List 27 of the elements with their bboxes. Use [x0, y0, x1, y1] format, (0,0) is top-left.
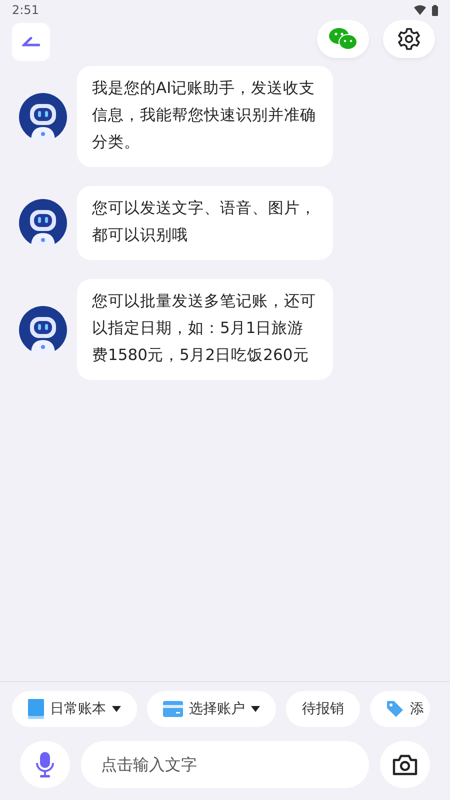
robot-avatar — [19, 92, 67, 140]
back-icon — [22, 37, 40, 47]
text-input[interactable]: 点击输入文字 — [81, 741, 369, 788]
camera-icon — [392, 754, 418, 776]
card-icon — [163, 701, 183, 717]
book-icon — [28, 699, 44, 719]
camera-button[interactable] — [380, 741, 430, 788]
battery-icon — [432, 4, 438, 16]
wifi-icon — [414, 5, 426, 15]
chat-bubbles-icon — [329, 27, 357, 51]
microphone-button[interactable] — [20, 741, 70, 788]
chat-bubble: 您可以批量发送多笔记账，还可以指定日期，如：5月1日旅游费1580元，5月2日吃饭260元 — [77, 279, 333, 380]
back-button[interactable] — [12, 23, 50, 61]
settings-icon — [397, 27, 421, 51]
chat-bubble: 您可以发送文字、语音、图片，都可以识别哦 — [77, 186, 333, 260]
tag-icon — [386, 700, 404, 718]
robot-avatar — [19, 199, 67, 247]
filter-chip[interactable]: 日常账本 — [12, 691, 137, 727]
settings-button[interactable] — [383, 20, 435, 58]
filter-chip[interactable]: 选择账户 — [147, 691, 276, 727]
status-time: 2:51 — [12, 3, 39, 17]
robot-avatar — [19, 306, 67, 354]
wechat-button[interactable] — [317, 20, 369, 58]
filter-chip[interactable]: 添 — [370, 691, 430, 727]
filter-chip[interactable]: 待报销 — [286, 691, 360, 727]
microphone-icon — [36, 752, 54, 778]
chat-bubble: 我是您的AI记账助手，发送收支信息，我能帮您快速识别并准确分类。 — [77, 66, 333, 167]
